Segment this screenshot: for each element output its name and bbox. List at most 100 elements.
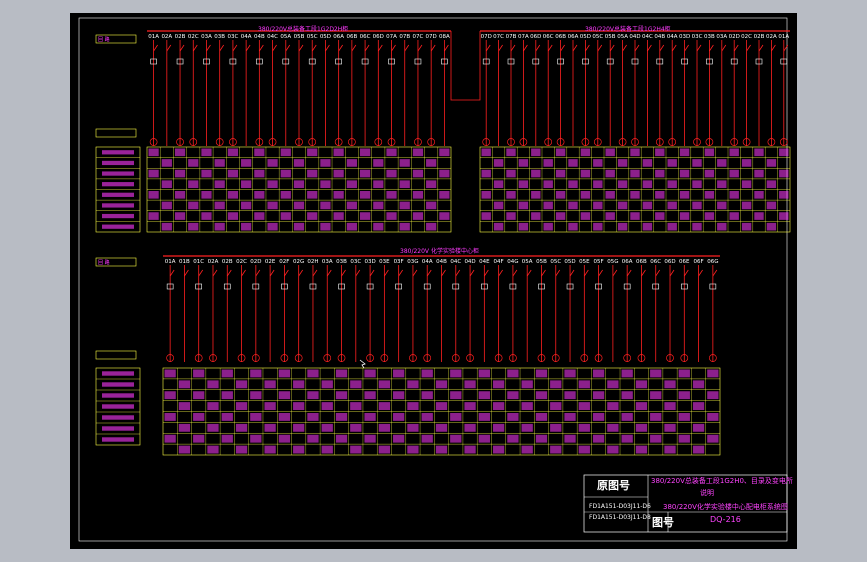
bottom-switch [184, 269, 189, 277]
bottom-cell-mark [578, 445, 590, 454]
top-right-switch [684, 44, 689, 52]
bottom-circuit-label: 04F [494, 259, 504, 265]
top-right-cell-mark [741, 201, 752, 210]
top-left-circuit-label: 08A [439, 34, 450, 40]
top-right-switch [696, 44, 702, 52]
top-right-circuit-label: 04C [642, 34, 653, 40]
top-right-cell-mark [555, 212, 566, 220]
top-right-cell-mark [754, 191, 764, 199]
top-right-cell-mark [692, 180, 702, 188]
bottom-circuit-label: 06A [622, 259, 633, 265]
top-left-cell-mark [359, 169, 371, 178]
bottom-circuit-label: 02H [307, 259, 318, 265]
bottom-switch [384, 269, 389, 277]
bottom-circuit-label: 06E [679, 259, 690, 265]
bottom-cell-mark [450, 413, 462, 421]
bottom-cell-mark [164, 391, 176, 400]
bottom-cell-mark [564, 413, 576, 421]
top-left-cell-mark [214, 159, 225, 167]
top-right-switch [647, 44, 652, 52]
bottom-cell-mark [621, 391, 633, 400]
top-left-cell-mark [161, 222, 172, 231]
bottom-cell-mark [307, 369, 319, 378]
top-left-switch [377, 44, 383, 52]
top-left-switch [206, 44, 211, 52]
top-left-cell-mark [412, 191, 424, 199]
bottom-cell-mark [193, 369, 205, 378]
top-left-circuit-label: 03A [201, 34, 212, 40]
row-label-circuit-top: 回 路 [98, 37, 110, 43]
bottom-label-mark [102, 437, 134, 442]
top-right-cell-mark [667, 201, 677, 210]
top-left-label-mark [102, 150, 134, 155]
top-right-switch [547, 44, 553, 52]
bottom-switch [683, 269, 689, 277]
top-right-cell-mark [642, 159, 653, 167]
top-right-cell-mark [568, 180, 578, 188]
bottom-cell-mark [193, 434, 205, 443]
bottom-label-mark [102, 371, 134, 376]
bottom-cell-mark [293, 445, 305, 454]
bottom-cell-mark [535, 391, 548, 400]
drawing-border [78, 17, 788, 542]
bottom-cell-mark [207, 402, 219, 410]
top-left-cell-mark [148, 191, 159, 199]
bottom-cell-mark [450, 391, 462, 400]
top-left-cell-mark [333, 212, 344, 220]
top-right-cell-mark [580, 191, 591, 199]
bottom-cell-mark [521, 423, 533, 432]
top-left-cell-mark [439, 148, 450, 157]
bottom-cell-mark [435, 380, 448, 389]
top-left-cell-mark [280, 148, 291, 157]
bottom-switch [512, 269, 518, 277]
top-right-circuit-label: 03D [679, 34, 690, 40]
top-right-switch [622, 44, 627, 52]
top-left-cell-mark [346, 180, 357, 188]
top-left-cell-mark [161, 201, 172, 210]
bottom-switch [555, 269, 561, 277]
bottom-circuit-label: 03F [394, 259, 404, 265]
top-left-switch [298, 44, 304, 52]
top-right-cell-mark [481, 212, 491, 220]
bottom-cell-mark [450, 434, 462, 443]
top-left-cell-mark [293, 201, 305, 210]
bottom-cell-mark [607, 380, 619, 389]
bottom-cell-mark [378, 423, 391, 432]
top-right-cell-mark [506, 212, 516, 220]
top-left-cell-mark [399, 201, 410, 210]
top-left-switch [325, 44, 330, 52]
bottom-cell-mark [650, 391, 662, 400]
bottom-cell-mark [307, 413, 319, 421]
bottom-circuit-label: 04C [450, 259, 461, 265]
bottom-cell-mark [335, 434, 348, 443]
bottom-circuit-label: 05G [607, 259, 618, 265]
top-left-circuit-label: 01A [148, 34, 159, 40]
top-right-circuit-label: 07A [518, 34, 529, 40]
top-left-cell-mark [412, 212, 424, 220]
bottom-cell-mark [592, 369, 605, 378]
top-right-switch [609, 44, 615, 52]
top-right-circuit-label: 07B [506, 34, 517, 40]
top-left-cell-mark [307, 148, 318, 157]
top-right-cell-mark [630, 212, 640, 220]
bottom-cell-mark [364, 391, 376, 400]
top-right-cell-mark [568, 201, 578, 210]
top-right-circuit-label: 07D [481, 34, 492, 40]
top-left-cell-mark [214, 201, 225, 210]
top-right-switch [585, 44, 590, 52]
top-left-cell-mark [293, 222, 305, 231]
bottom-cell-mark [235, 402, 248, 410]
bottom-cell-mark [635, 445, 648, 454]
top-left-cell-mark [254, 169, 265, 178]
bottom-cell-mark [550, 402, 562, 410]
top-left-circuit-label: 04C [267, 34, 278, 40]
bottom-cell-mark [478, 413, 490, 421]
top-right-switch [746, 44, 751, 52]
bottom-switch [641, 269, 646, 277]
bottom-cell-mark [650, 413, 662, 421]
top-right-cell-mark [679, 191, 690, 199]
bottom-circuit-label: 02D [250, 259, 261, 265]
top-left-circuit-label: 07D [426, 34, 437, 40]
top-right-cell-mark [766, 159, 777, 167]
top-left-circuit-label: 02C [188, 34, 199, 40]
